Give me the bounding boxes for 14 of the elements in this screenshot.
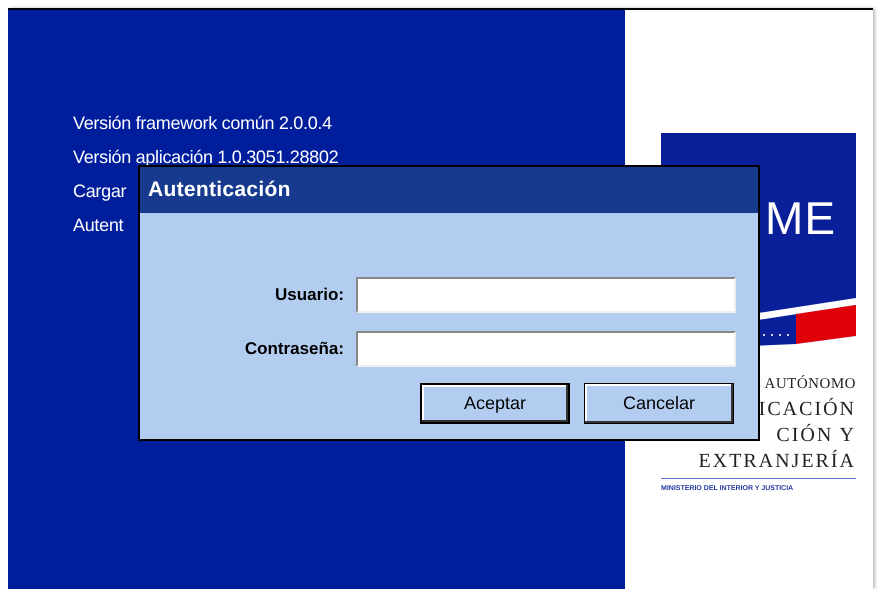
cancel-button[interactable]: Cancelar — [584, 383, 734, 424]
dialog-title: Autenticación — [140, 167, 758, 213]
logo-text: ME — [765, 193, 836, 243]
logo-caption: CIÓN Y — [775, 422, 856, 448]
status-text: Autent — [73, 214, 124, 237]
field-label: Contraseña: — [244, 339, 344, 359]
status-text: Cargar — [73, 180, 126, 203]
status-text: Versión aplicación 1.0.3051.28802 — [73, 146, 338, 169]
logo-caption: EXTRANJERÍA — [697, 448, 856, 474]
input-field[interactable] — [356, 277, 736, 313]
logo-caption: AUTÓNOMO — [764, 374, 856, 394]
accept-button[interactable]: Aceptar — [420, 383, 570, 424]
field-label: Usuario: — [274, 285, 344, 305]
status-text: Versión framework común 2.0.0.4 — [73, 112, 332, 135]
